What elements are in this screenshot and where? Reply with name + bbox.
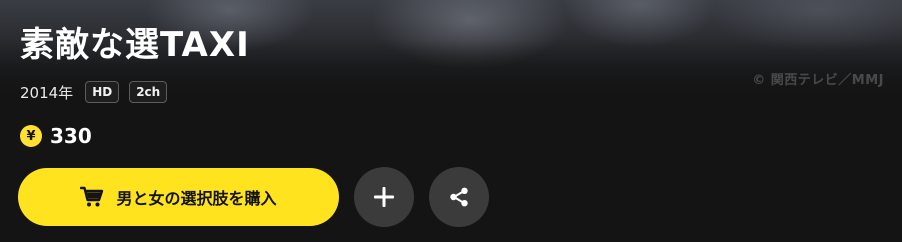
audio-badge: 2ch (129, 81, 168, 103)
release-year: 2014年 (20, 83, 74, 102)
buy-button-label: 男と女の選択肢を購入 (116, 189, 277, 208)
share-icon (448, 186, 470, 208)
meta-row: 2014年 HD 2ch (20, 80, 168, 104)
hd-badge: HD (85, 81, 120, 103)
copyright-text: © 関西テレビ／MMJ (752, 73, 884, 88)
price-amount: 330 (50, 124, 92, 148)
share-button[interactable] (429, 167, 489, 227)
add-to-list-button[interactable] (354, 167, 414, 227)
page-title: 素敵な選TAXI (20, 25, 250, 65)
price-row: ¥ 330 (20, 123, 92, 149)
cart-icon (80, 186, 104, 208)
plus-icon (373, 186, 395, 208)
yen-icon: ¥ (20, 125, 42, 147)
buy-button[interactable]: 男と女の選択肢を購入 (18, 168, 339, 226)
